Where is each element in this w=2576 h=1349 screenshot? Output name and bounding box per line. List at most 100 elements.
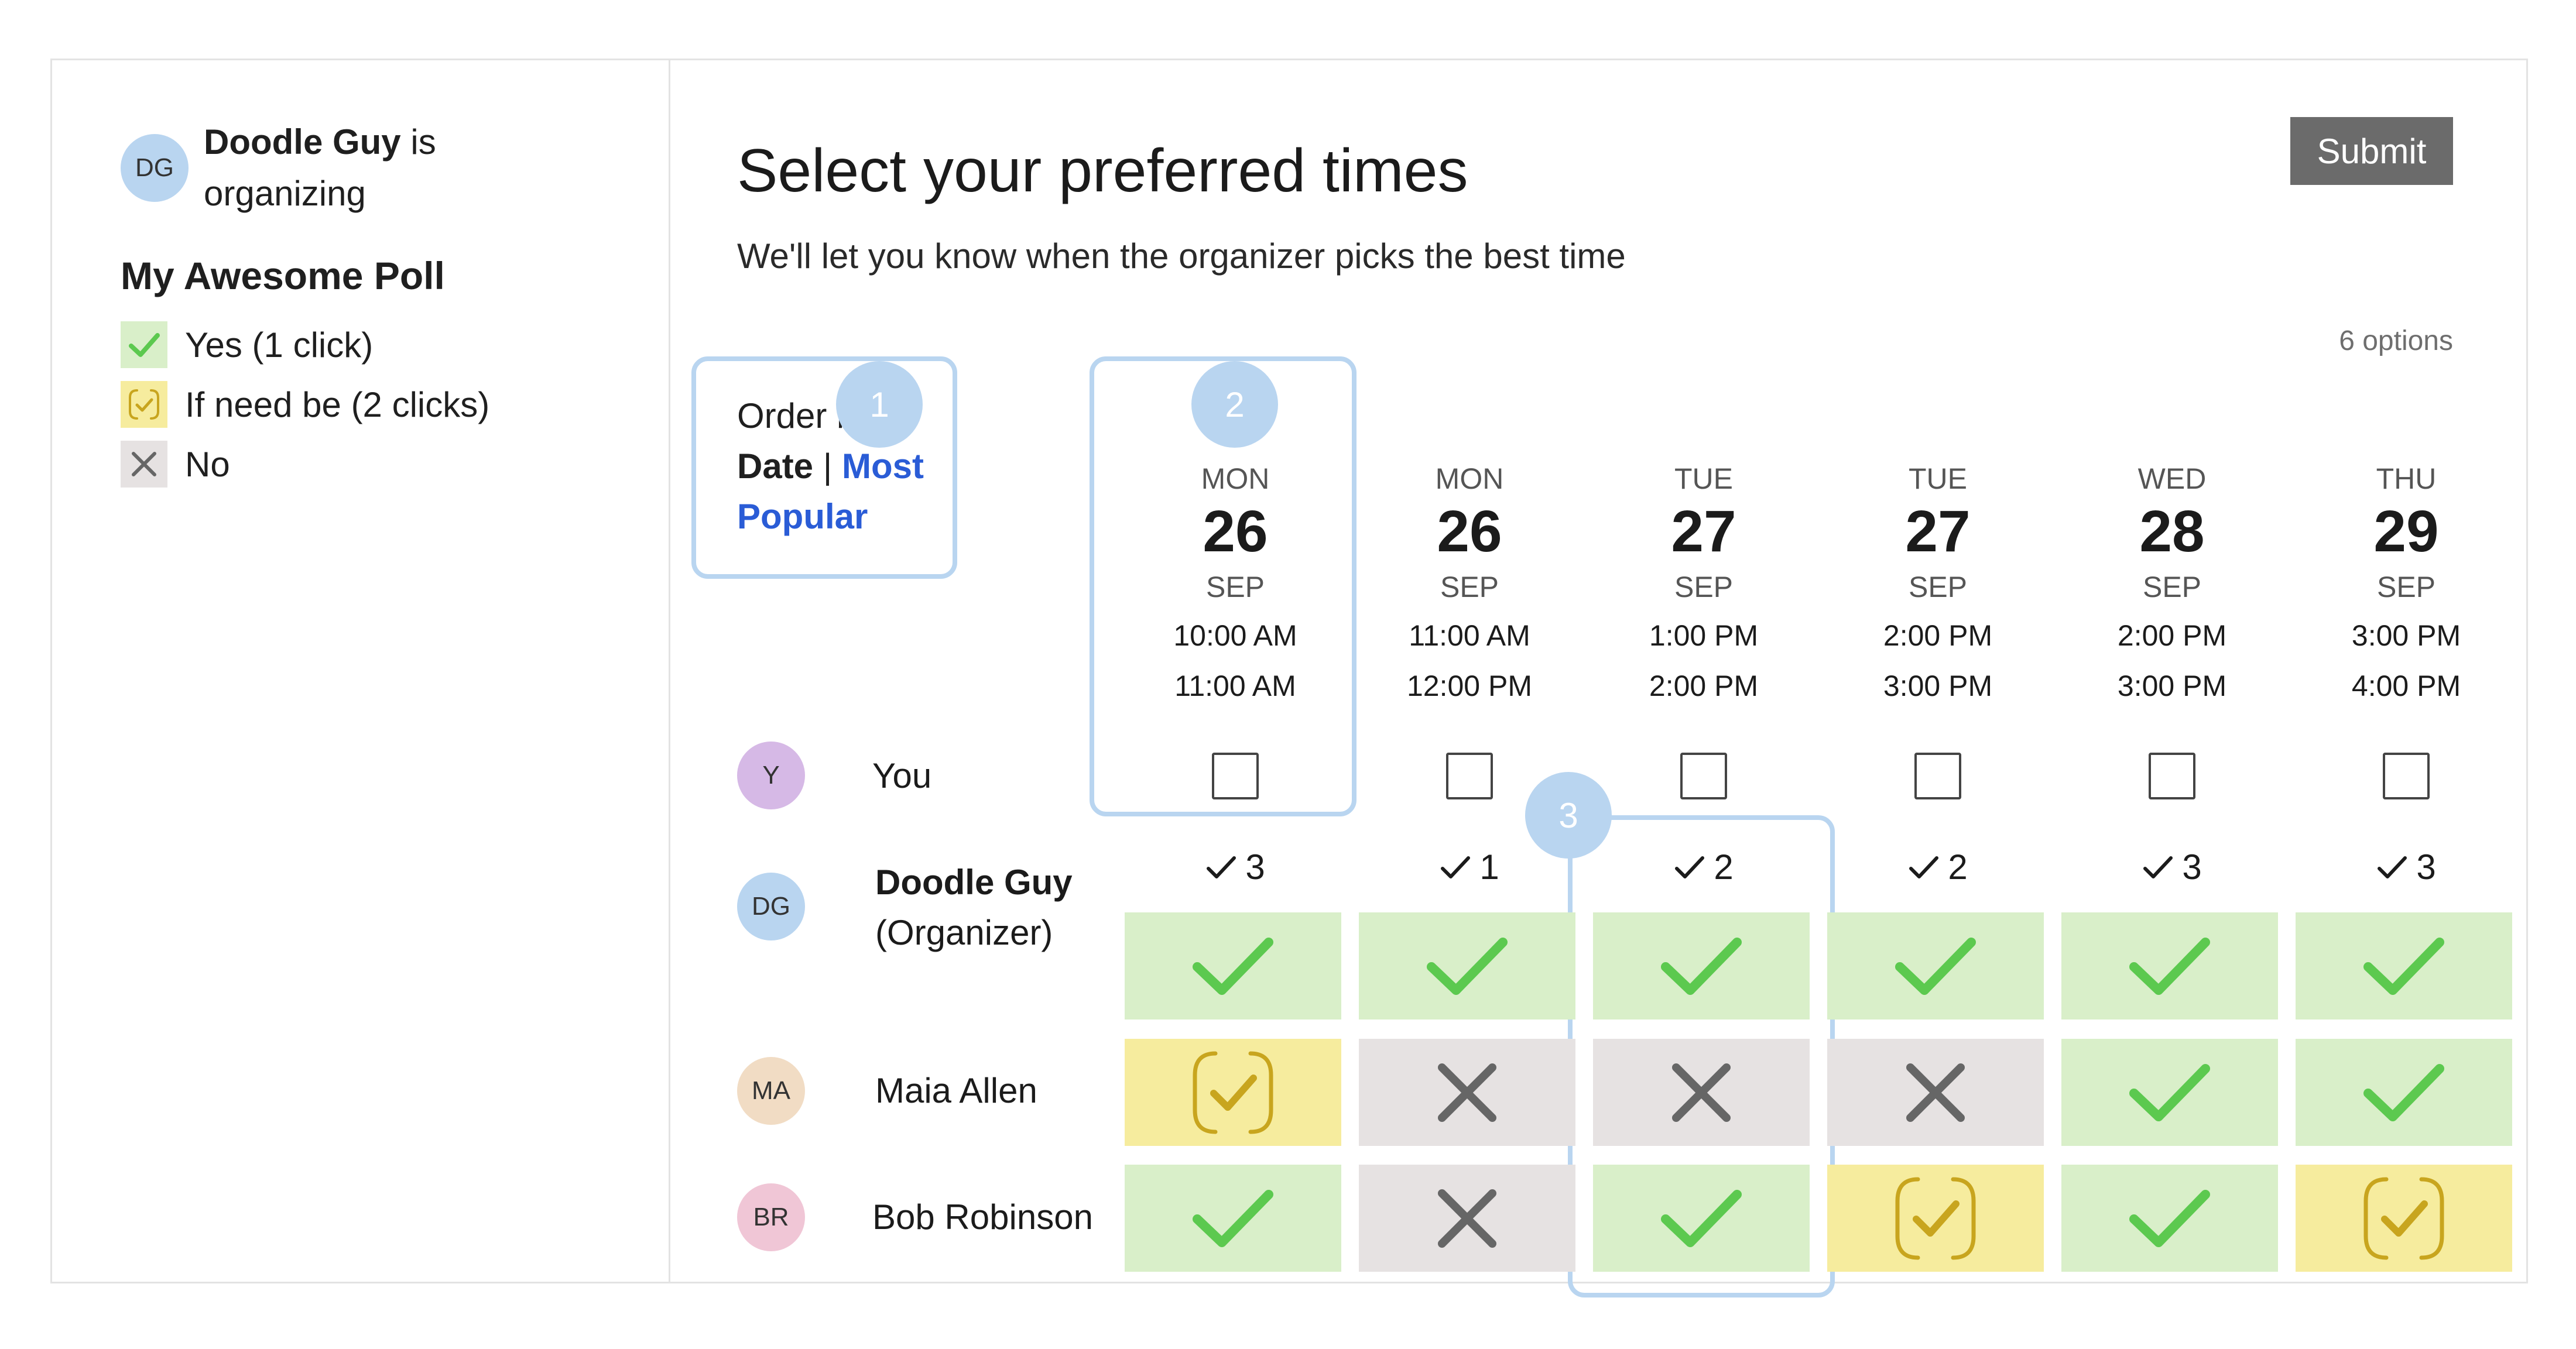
avatar: DG — [121, 134, 189, 202]
vote-cell-maybe — [2296, 1165, 2512, 1272]
checkmark-icon — [2378, 856, 2407, 878]
vote-tally: 3 — [1127, 847, 1344, 887]
column-weekday: MON — [1201, 462, 1270, 495]
vote-cell-yes — [1593, 912, 1810, 1020]
participant-name: Maia Allen — [875, 1071, 1037, 1110]
legend-yes: Yes (1 click) — [121, 321, 373, 368]
legend-label-maybe: If need be (2 clicks) — [185, 385, 490, 424]
vote-cell-yes — [2061, 1039, 2278, 1146]
column-day: 28 — [2139, 499, 2205, 564]
check-icon — [1189, 934, 1277, 998]
column-end-time: 3:00 PM — [2117, 670, 2227, 702]
column-header: MON 26 SEP 10:00 AM 11:00 AM — [1127, 458, 1344, 711]
x-icon — [1669, 1060, 1734, 1125]
slot-checkbox[interactable] — [2149, 753, 2195, 799]
maybe-check-icon — [1892, 1175, 1979, 1262]
organizer-name: Doodle Guy — [204, 122, 401, 162]
check-icon — [1423, 934, 1511, 998]
vote-cell-yes — [1125, 1165, 1341, 1272]
check-icon — [1189, 1186, 1277, 1251]
x-icon — [1903, 1060, 1968, 1125]
maybe-check-icon — [2360, 1175, 2448, 1262]
column-end-time: 11:00 AM — [1174, 670, 1296, 702]
column-start-time: 10:00 AM — [1173, 619, 1297, 652]
vote-cell-maybe — [1827, 1165, 2044, 1272]
check-icon — [1657, 934, 1745, 998]
column-header: TUE 27 SEP 1:00 PM 2:00 PM — [1595, 458, 1812, 711]
participant-name-bold: Doodle Guy — [875, 863, 1073, 902]
vote-cell-yes — [1827, 912, 2044, 1020]
column-weekday: TUE — [1674, 462, 1733, 495]
x-icon — [1435, 1060, 1499, 1125]
column-weekday: TUE — [1909, 462, 1967, 495]
participant-name: Bob Robinson — [872, 1197, 1093, 1237]
vote-tally: 3 — [2064, 847, 2280, 887]
check-icon — [2126, 934, 2214, 998]
poll-title: My Awesome Poll — [121, 254, 445, 297]
legend-label-no: No — [185, 444, 230, 484]
slot-checkbox[interactable] — [1446, 753, 1493, 799]
page-title: Select your preferred times — [737, 137, 1468, 205]
order-by-date-link[interactable]: Date — [737, 447, 813, 486]
vote-cell-no — [1827, 1039, 2044, 1146]
column-start-time: 2:00 PM — [2117, 619, 2227, 652]
step-badge-2: 2 — [1191, 361, 1278, 448]
checkmark-icon — [1441, 856, 1471, 878]
column-end-time: 12:00 PM — [1406, 670, 1532, 702]
column-month: SEP — [2142, 571, 2202, 603]
vote-cell-maybe — [1125, 1039, 1341, 1146]
check-icon — [121, 321, 167, 368]
vote-cell-yes — [2296, 1039, 2512, 1146]
slot-checkbox[interactable] — [1212, 753, 1259, 799]
column-header: WED 28 SEP 2:00 PM 3:00 PM — [2064, 458, 2280, 711]
vote-tally: 3 — [2298, 847, 2515, 887]
participant-name: Doodle Guy (Organizer) — [875, 857, 1073, 958]
order-by-separator: | — [813, 447, 842, 486]
step-badge-3: 3 — [1525, 772, 1612, 859]
sidebar: DG Doodle Guy is organizing My Awesome P… — [52, 60, 670, 1282]
vote-cell-yes — [2061, 1165, 2278, 1272]
submit-button[interactable]: Submit — [2290, 117, 2453, 185]
slot-checkbox[interactable] — [1680, 753, 1727, 799]
column-end-time: 2:00 PM — [1649, 670, 1759, 702]
x-icon — [121, 441, 167, 488]
column-month: SEP — [2376, 571, 2436, 603]
check-icon — [2360, 1060, 2448, 1125]
column-start-time: 3:00 PM — [2351, 619, 2461, 652]
column-header: TUE 27 SEP 2:00 PM 3:00 PM — [1830, 458, 2046, 711]
avatar: Y — [737, 742, 805, 809]
step-badge-1: 1 — [836, 361, 923, 448]
slot-checkbox[interactable] — [2383, 753, 2430, 799]
avatar: MA — [737, 1057, 805, 1125]
column-weekday: WED — [2137, 462, 2207, 495]
column-day: 27 — [1671, 499, 1736, 564]
column-start-time: 2:00 PM — [1883, 619, 1993, 652]
column-header: MON 26 SEP 11:00 AM 12:00 PM — [1361, 458, 1578, 711]
column-month: SEP — [1440, 571, 1499, 603]
organizer-info: Doodle Guy is organizing — [204, 116, 555, 219]
column-month: SEP — [1674, 571, 1734, 603]
page-subtitle: We'll let you know when the organizer pi… — [737, 236, 1626, 276]
check-icon — [2360, 934, 2448, 998]
vote-cell-no — [1593, 1039, 1810, 1146]
column-start-time: 11:00 AM — [1409, 619, 1530, 652]
column-weekday: THU — [2376, 462, 2437, 495]
maybe-check-icon — [121, 381, 167, 428]
column-day: 26 — [1203, 499, 1268, 564]
slot-checkbox[interactable] — [1914, 753, 1961, 799]
avatar: BR — [737, 1183, 805, 1251]
participant-role: (Organizer) — [875, 913, 1053, 952]
column-month: SEP — [1205, 571, 1265, 603]
main-panel: Select your preferred times We'll let yo… — [670, 60, 2526, 1297]
vote-tally: 2 — [1830, 847, 2046, 887]
vote-cell-yes — [2061, 912, 2278, 1020]
checkmark-icon — [1207, 856, 1236, 878]
column-day: 27 — [1905, 499, 1971, 564]
check-icon — [1657, 1186, 1745, 1251]
column-header: THU 29 SEP 3:00 PM 4:00 PM — [2298, 458, 2515, 711]
column-weekday: MON — [1435, 462, 1504, 495]
vote-cell-yes — [1593, 1165, 1810, 1272]
avatar: DG — [737, 873, 805, 940]
check-icon — [2126, 1186, 2214, 1251]
vote-tally: 2 — [1595, 847, 1812, 887]
